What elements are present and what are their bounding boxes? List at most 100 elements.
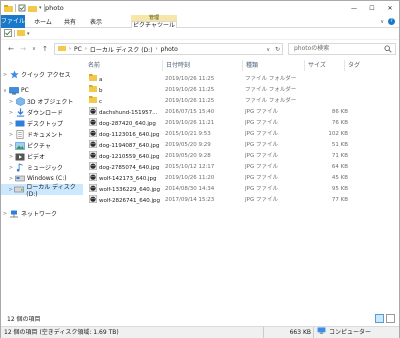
search-input[interactable]: photoの検索 <box>288 43 396 55</box>
file-size: 102 KB <box>328 131 348 137</box>
file-row[interactable]: dog-1123016_640.jpg 2015/10/21 9:53 JPG ファ… <box>85 129 399 140</box>
column-header-tag[interactable]: タグ <box>345 60 399 71</box>
file-size: 86 KB <box>331 109 348 115</box>
collapse-icon[interactable]: ∨ <box>1 88 9 94</box>
recent-locations-button[interactable]: ∨ <box>29 44 39 54</box>
help-icon[interactable]: ? <box>388 18 395 25</box>
expand-icon[interactable]: > <box>7 154 15 160</box>
file-size: 51 KB <box>331 142 348 148</box>
expand-icon[interactable]: > <box>7 187 14 193</box>
up-button[interactable]: ↑ <box>40 44 50 54</box>
file-date: 2017/09/14 15:23 <box>165 197 215 203</box>
expand-ribbon-icon[interactable]: ∨ <box>380 19 384 25</box>
expand-icon[interactable]: > <box>1 211 9 217</box>
file-row[interactable]: wolf-1336229_640.jpg 2014/08/30 14:34 JPG … <box>85 184 399 195</box>
file-row[interactable]: b 2019/10/26 11:25 ファイル フォルダー <box>85 85 399 96</box>
file-row[interactable]: dog-1194087_640.jpg 2019/05/20 9:29 JPG ファ… <box>85 140 399 151</box>
breadcrumb-separator: › <box>155 46 158 52</box>
download-icon <box>15 108 25 117</box>
file-date: 2019/10/26 11:21 <box>165 120 215 126</box>
breadcrumb-photo[interactable]: photo <box>161 46 178 53</box>
forward-button[interactable]: → <box>18 44 28 54</box>
breadcrumb-drive-d[interactable]: ローカル ディスク (D:) <box>90 45 153 54</box>
file-row[interactable]: a 2019/10/26 11:25 ファイル フォルダー <box>85 74 399 85</box>
address-bar[interactable]: › PC › ローカル ディスク (D:) › photo ∨ ↻ <box>54 43 283 55</box>
expand-icon[interactable]: > <box>1 72 9 78</box>
file-size: 45 KB <box>331 175 348 181</box>
nav-item-music[interactable]: > ミュージック <box>1 162 83 173</box>
expand-icon[interactable]: > <box>7 143 15 149</box>
file-date: 2019/10/26 11:25 <box>165 98 215 104</box>
tab-share[interactable]: 共有 <box>59 17 81 28</box>
nav-item-pictures[interactable]: > ピクチャ <box>1 140 83 151</box>
expand-icon[interactable]: > <box>7 110 15 116</box>
file-row[interactable]: dog-1210559_640.jpg 2019/05/20 9:28 JPG ファ… <box>85 151 399 162</box>
expand-icon[interactable]: > <box>7 165 15 171</box>
expand-icon[interactable]: > <box>7 132 15 138</box>
column-header-type[interactable]: 種類 <box>243 60 305 71</box>
refresh-icon[interactable]: ↻ <box>275 46 280 53</box>
tab-file[interactable]: ファイル <box>1 15 25 28</box>
nav-item-videos[interactable]: > ビデオ <box>1 151 83 162</box>
address-row: ← → ∨ ↑ › PC › ローカル ディスク (D:) › photo ∨ … <box>1 40 399 58</box>
toolbar-dropdown-icon[interactable]: ▾ <box>27 31 30 37</box>
file-type: JPG ファイル <box>245 164 278 170</box>
minimize-button[interactable]: — <box>345 1 363 15</box>
file-type: JPG ファイル <box>245 186 278 192</box>
file-row[interactable]: dachshund-151957... 2016/07/15 15:40 JPG フ… <box>85 107 399 118</box>
desktop-icon <box>15 119 25 128</box>
folder-icon <box>4 4 13 12</box>
tab-picture-tools[interactable]: ピクチャツール <box>131 21 177 29</box>
file-row[interactable]: c 2019/10/26 11:25 ファイル フォルダー <box>85 96 399 107</box>
details-view-button[interactable] <box>375 314 384 323</box>
expand-icon[interactable]: > <box>7 99 15 105</box>
file-size: 77 KB <box>331 197 348 203</box>
large-icons-view-button[interactable] <box>386 314 395 323</box>
folder-small-icon[interactable] <box>17 29 25 38</box>
back-button[interactable]: ← <box>6 44 16 54</box>
nav-item-network[interactable]: > ネットワーク <box>1 208 83 219</box>
file-date: 2016/07/15 15:40 <box>165 109 215 115</box>
nav-item-drive-d[interactable]: > ローカル ディスク (D:) <box>1 184 83 198</box>
breadcrumb-separator: › <box>69 46 71 52</box>
folder-icon <box>58 45 66 53</box>
column-header-name[interactable]: 名前 <box>85 60 163 71</box>
nav-label: ビデオ <box>27 154 46 161</box>
file-row[interactable]: wolf-2826741_640.jpg 2017/09/14 15:23 JPG … <box>85 195 399 206</box>
maximize-button[interactable]: ☐ <box>363 1 381 15</box>
nav-item-quick-access[interactable]: > クイック アクセス <box>1 69 83 80</box>
close-button[interactable]: ✕ <box>381 1 399 15</box>
qat-dropdown-icon[interactable]: ▾ <box>39 5 42 11</box>
properties-icon[interactable] <box>18 4 26 12</box>
expand-icon[interactable]: > <box>7 121 15 127</box>
expand-icon[interactable]: > <box>7 176 15 182</box>
file-row[interactable]: wolf-142173_640.jpg 2019/10/26 11:20 JPG フ… <box>85 173 399 184</box>
tab-home[interactable]: ホーム <box>31 17 55 28</box>
nav-item-desktop[interactable]: > デスクトップ <box>1 118 83 129</box>
file-type: JPG ファイル <box>245 120 278 126</box>
column-header-size[interactable]: サイズ <box>305 60 345 71</box>
nav-item-documents[interactable]: > ドキュメント <box>1 129 83 140</box>
column-header-date[interactable]: 日付時刻 <box>163 60 243 71</box>
window-controls: — ☐ ✕ <box>345 1 399 15</box>
status-free-space: 12 個の項目 (空きディスク領域: 1.69 TB) <box>4 329 119 336</box>
nav-item-3d-objects[interactable]: > 3D オブジェクト <box>1 96 83 107</box>
nav-item-downloads[interactable]: > ダウンロード <box>1 107 83 118</box>
tab-view[interactable]: 表示 <box>85 17 107 28</box>
file-row[interactable]: dog-2785074_640.jpg 2015/10/12 12:17 JPG フ… <box>85 162 399 173</box>
checkbox-icon[interactable] <box>4 28 12 39</box>
ribbon-right-controls: ∨ ? <box>380 18 395 25</box>
address-dropdown-icon[interactable]: ∨ <box>266 47 270 53</box>
file-size: 95 KB <box>331 186 348 192</box>
breadcrumb-pc[interactable]: PC <box>74 46 82 53</box>
new-folder-icon[interactable] <box>28 5 37 12</box>
nav-item-pc[interactable]: ∨ PC <box>1 85 83 96</box>
file-date: 2019/05/20 9:29 <box>165 142 211 148</box>
window-title: photo <box>45 4 64 12</box>
file-size: 76 KB <box>331 120 348 126</box>
title-quick-icons: ▾ <box>4 4 45 12</box>
divider <box>14 30 15 37</box>
computer-icon <box>317 327 326 338</box>
file-row[interactable]: dog-287420_640.jpg 2019/10/26 11:21 JPG ファ… <box>85 118 399 129</box>
cube-icon <box>15 97 25 106</box>
